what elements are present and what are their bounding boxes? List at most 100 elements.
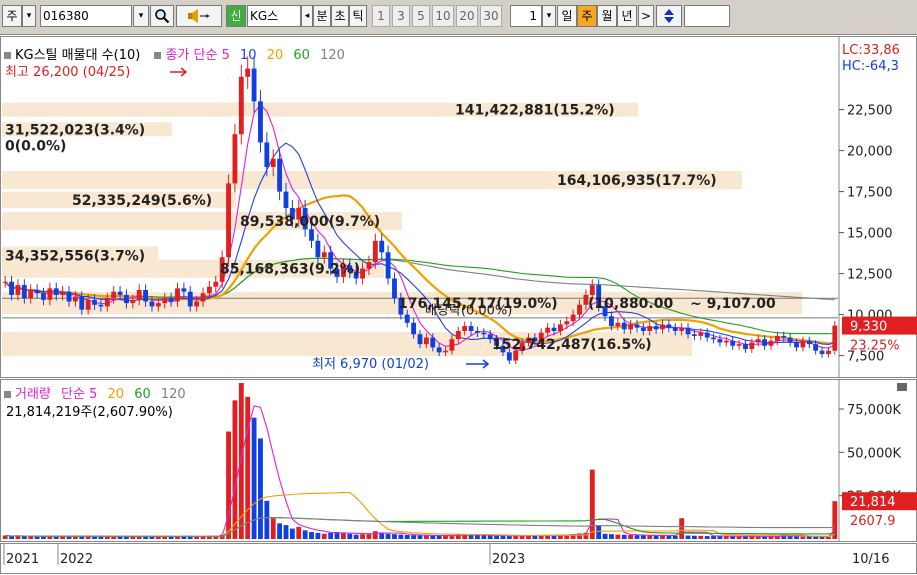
next-period-button[interactable]: > xyxy=(638,5,654,27)
candle-body xyxy=(826,350,831,354)
candle-body xyxy=(794,342,799,348)
day-button[interactable]: 일 xyxy=(557,5,577,27)
candle-body xyxy=(21,285,27,299)
candle-body xyxy=(149,301,155,307)
volume-bar xyxy=(704,536,710,539)
candle-body xyxy=(15,285,21,295)
volume-bar xyxy=(475,535,480,539)
date-tick-label: 2022 xyxy=(60,552,93,567)
vma5-line xyxy=(5,405,836,538)
week-button[interactable]: 주 xyxy=(577,5,597,27)
panel-close-icon xyxy=(897,383,907,391)
volume-bar xyxy=(347,533,353,539)
candle-body xyxy=(72,296,78,302)
volume-bar xyxy=(749,536,755,539)
volume-bar xyxy=(340,532,346,539)
interval-3-button[interactable]: 3 xyxy=(392,5,410,27)
volume-bar xyxy=(423,535,429,539)
volume-bar xyxy=(628,535,634,539)
candle-body xyxy=(283,191,289,208)
stock-prev-button[interactable]: ◂ xyxy=(301,5,313,27)
candle-body xyxy=(615,322,621,327)
interval-1-button[interactable]: 1 xyxy=(372,5,390,27)
candle-body xyxy=(392,278,397,299)
stock-code-input[interactable]: 016380 xyxy=(40,5,132,27)
candle-body xyxy=(206,286,212,294)
year-button[interactable]: 년 xyxy=(617,5,637,27)
extra-input[interactable] xyxy=(684,5,730,27)
candle-body xyxy=(175,288,180,302)
candle-body xyxy=(449,339,455,351)
interval-count-dropdown[interactable]: ▾ xyxy=(542,5,556,27)
price-tick-label: 17,500 xyxy=(847,186,893,201)
date-axis-frame xyxy=(0,543,917,574)
sound-button[interactable] xyxy=(176,5,222,27)
candle-body xyxy=(621,322,627,330)
stock-code-dropdown[interactable]: ▾ xyxy=(133,5,149,27)
candle-body xyxy=(577,304,582,315)
candle-body xyxy=(321,252,327,258)
tick-button[interactable]: 틱 xyxy=(349,5,367,27)
volume-bar xyxy=(321,533,327,539)
candle-body xyxy=(787,337,793,343)
candle-body xyxy=(551,327,557,331)
volume-bar xyxy=(494,535,500,539)
month-button[interactable]: 월 xyxy=(597,5,617,27)
volume-bar xyxy=(264,500,270,539)
volume-bar xyxy=(411,535,417,539)
volume-bar xyxy=(794,536,799,539)
interval-30-button[interactable]: 30 xyxy=(480,5,502,27)
scroll-updown-button[interactable] xyxy=(656,5,682,27)
second-button[interactable]: 초 xyxy=(331,5,349,27)
search-button[interactable] xyxy=(150,5,174,27)
low-label: 최저 6,970 (01/02) xyxy=(312,357,429,372)
candle-body xyxy=(660,324,665,330)
new-listing-badge[interactable]: 신 xyxy=(226,5,246,27)
volume-bar xyxy=(385,533,391,539)
volume-profile-label: 152,742,487(16.5%) xyxy=(492,337,652,353)
ma5-label: 5 xyxy=(221,48,230,63)
volume-bar xyxy=(258,438,263,539)
volume-pct-label: 2607.9 xyxy=(850,514,896,529)
candle-body xyxy=(749,342,755,350)
volume-legend: 거래량 단순 5 20 60 120 xyxy=(4,383,186,402)
volume-bar xyxy=(609,534,614,539)
candle-body xyxy=(315,240,321,258)
stock-name-display[interactable]: KG스 xyxy=(247,5,301,27)
candle-body xyxy=(647,326,653,331)
price-chart[interactable]: 141,422,881(15.2%) 31,522,023(3.4%)0(0.0%… xyxy=(0,36,917,378)
candle-body xyxy=(41,293,46,300)
volume-bar xyxy=(238,383,244,539)
volume-info: 21,814,219주(2,607.90%) xyxy=(6,405,173,420)
candle-body xyxy=(385,252,391,279)
volume-bar xyxy=(85,536,91,539)
updown-arrow-icon xyxy=(664,9,674,23)
interval-5-button[interactable]: 5 xyxy=(412,5,430,27)
volume-profile-label: 0(0.0%) xyxy=(5,139,66,155)
candle-body xyxy=(475,331,480,333)
volume-bar xyxy=(79,536,85,539)
minute-button[interactable]: 분 xyxy=(313,5,331,27)
candle-body xyxy=(691,334,697,336)
range-label: ~ 9,107.00 xyxy=(690,296,776,312)
candle-body xyxy=(723,340,729,343)
volume-bar xyxy=(404,535,410,539)
vma60-label: 60 xyxy=(134,387,151,402)
candle-body xyxy=(819,350,825,354)
period-type-dropdown[interactable]: ▾ xyxy=(22,5,36,27)
volume-bar xyxy=(596,525,602,539)
volume-bar xyxy=(34,536,40,539)
candle-body xyxy=(570,314,576,322)
interval-10-button[interactable]: 10 xyxy=(432,5,454,27)
interval-count-input[interactable]: 1 xyxy=(510,5,542,27)
volume-bar xyxy=(289,528,295,539)
candle-body xyxy=(711,337,716,340)
candle-body xyxy=(468,326,474,331)
interval-20-button[interactable]: 20 xyxy=(456,5,478,27)
candle-body xyxy=(360,268,365,279)
candle-body xyxy=(832,325,838,351)
date-tick-label: 2021 xyxy=(6,552,39,567)
volume-bar xyxy=(634,535,640,539)
dividend-label: 배당락(0.00%) xyxy=(425,304,512,319)
candle-body xyxy=(60,291,66,295)
